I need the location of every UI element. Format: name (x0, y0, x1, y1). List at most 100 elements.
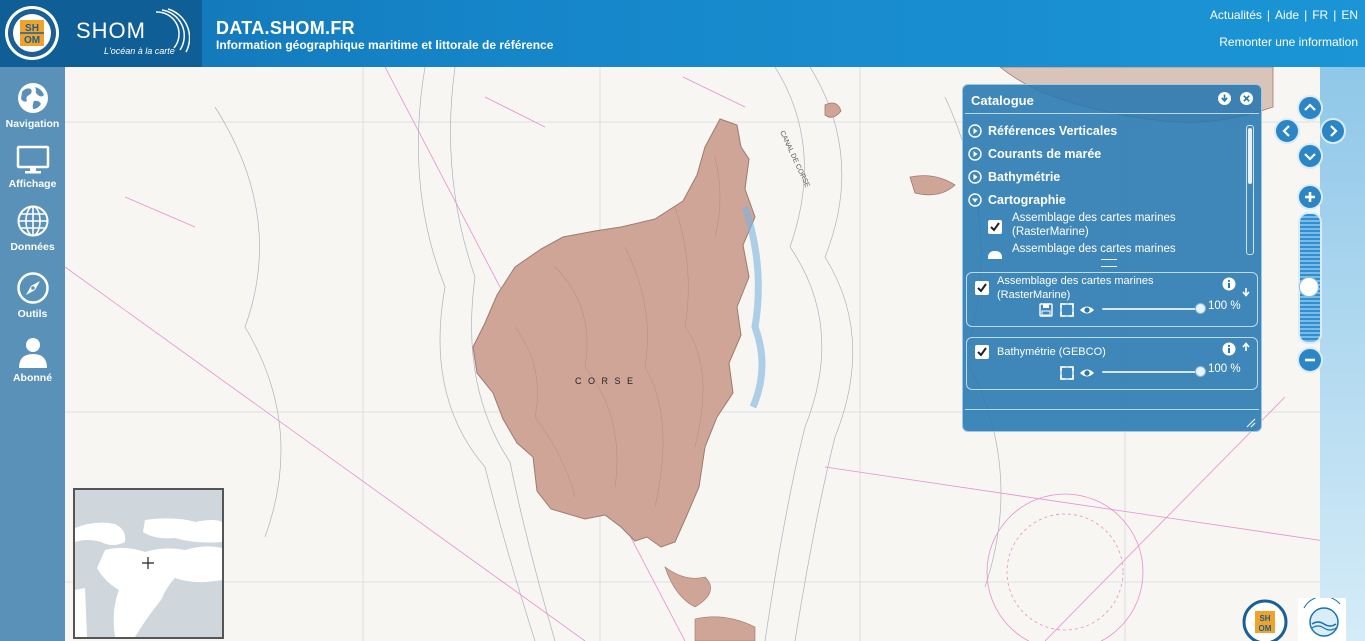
sidebar-item-data[interactable]: Données (0, 204, 65, 253)
pan-down-button[interactable] (1297, 143, 1323, 169)
checkmark-icon (990, 222, 1000, 232)
sidebar-item-tools[interactable]: Outils (0, 271, 65, 320)
shom-logo[interactable]: SH OM SHOM L'océan à la carte (0, 0, 202, 67)
sidebar-label-tools: Outils (17, 308, 48, 320)
info-icon[interactable] (1222, 277, 1236, 291)
active-layer-raster-marine: Assemblage des cartes marines (RasterMar… (966, 272, 1258, 327)
category-tidal-currents[interactable]: Courants de marée (968, 147, 1101, 161)
catalog-layer-chart-assembly[interactable]: Assemblage des cartes marines (1012, 242, 1176, 256)
move-down-icon[interactable] (1241, 287, 1251, 297)
chevron-right-icon (1330, 125, 1338, 137)
grid-globe-icon (17, 205, 48, 237)
site-title[interactable]: DATA.SHOM.FR (216, 18, 355, 39)
chevron-up-icon (1304, 103, 1316, 111)
category-label: Cartographie (988, 193, 1066, 207)
minus-icon (1305, 358, 1315, 362)
download-icon[interactable] (1217, 91, 1232, 106)
help-link[interactable]: Aide (1275, 8, 1299, 22)
sidebar-item-subscriber[interactable]: Abonné (0, 335, 65, 384)
seal-text-top: SH (25, 23, 39, 34)
category-label: Références Verticales (988, 124, 1118, 138)
checkmark-icon (977, 347, 987, 357)
lang-fr-link[interactable]: FR (1312, 8, 1328, 22)
info-icon[interactable] (1222, 342, 1236, 356)
resize-grip-icon[interactable] (1245, 417, 1256, 428)
globe-icon (17, 83, 48, 113)
sidebar-label-subscriber: Abonné (12, 372, 53, 384)
zoom-in-button[interactable] (1297, 184, 1323, 210)
news-link[interactable]: Actualités (1210, 8, 1262, 22)
active-layer-gebco: Bathymétrie (GEBCO) 100 % (966, 337, 1258, 390)
layer-name-line1: Assemblage des cartes marines (997, 275, 1154, 287)
top-header: SH OM SHOM L'océan à la carte DATA.SHOM.… (0, 0, 1365, 67)
sea-strip (1320, 67, 1365, 641)
lang-en-link[interactable]: EN (1341, 8, 1358, 22)
left-sidebar: Navigation Affichage Données Outils Abon… (0, 67, 65, 641)
coastal-shelf (741, 205, 766, 409)
expand-arrow-icon (968, 170, 982, 184)
category-label: Bathymétrie (988, 170, 1061, 184)
pan-right-button[interactable] (1320, 118, 1346, 144)
shom-footer-logo[interactable]: SH OM (1242, 599, 1288, 641)
sidebar-label-navigation: Navigation (5, 118, 60, 130)
sidebar-item-navigation[interactable]: Navigation (0, 81, 65, 130)
opacity-value: 100 % (1208, 363, 1241, 375)
layer-name-line1: Assemblage des cartes marines (1012, 243, 1176, 255)
opacity-slider-knob[interactable] (1194, 366, 1206, 377)
layer-visible-checkbox[interactable] (975, 345, 989, 359)
raster-marine-checkbox[interactable] (988, 220, 1002, 234)
category-cartography[interactable]: Cartographie (968, 193, 1066, 207)
expand-arrow-icon (968, 147, 982, 161)
strait-label: CANAL DE CORSE (778, 130, 811, 189)
opacity-slider[interactable] (1102, 308, 1200, 310)
checkmark-icon (977, 283, 987, 293)
collapse-arrow-icon (968, 193, 982, 207)
link-separator: | (1266, 8, 1271, 22)
eye-icon[interactable] (1079, 304, 1095, 316)
island-gorgona (824, 102, 842, 118)
user-icon (18, 338, 47, 368)
sidebar-label-display: Affichage (8, 178, 57, 190)
layer-name: Bathymétrie (GEBCO) (997, 346, 1106, 358)
pan-left-button[interactable] (1274, 118, 1300, 144)
chevron-down-icon (1304, 153, 1316, 161)
catalog-scrollbar[interactable] (1246, 125, 1254, 255)
close-icon[interactable] (1239, 91, 1254, 106)
layer-name: Assemblage des cartes marines (RasterMar… (997, 274, 1154, 302)
category-bathymetry[interactable]: Bathymétrie (968, 170, 1060, 184)
compass-icon (16, 272, 49, 304)
opacity-slider-knob[interactable] (1194, 303, 1206, 314)
island-label: C O R S E (575, 376, 635, 386)
monitor-icon (16, 145, 49, 174)
panel-splitter-handle[interactable] (1101, 259, 1117, 267)
move-up-icon[interactable] (1241, 342, 1251, 352)
scrollbar-thumb[interactable] (1248, 128, 1252, 184)
gebco-logo[interactable] (1298, 598, 1346, 641)
zoom-extent-icon[interactable] (1060, 303, 1074, 317)
link-separator: | (1304, 8, 1308, 22)
chart-assembly-checkbox[interactable] (988, 251, 1002, 259)
zoom-out-button[interactable] (1297, 347, 1323, 373)
opacity-slider[interactable] (1102, 371, 1200, 373)
eye-icon[interactable] (1079, 367, 1095, 379)
catalog-panel[interactable]: Catalogue Références Verticales Courants… (962, 84, 1262, 432)
save-icon[interactable] (1039, 303, 1053, 317)
zoom-extent-icon[interactable] (1060, 366, 1074, 380)
catalog-footer-divider (965, 409, 1259, 410)
crosshair-icon (142, 557, 154, 569)
report-info-link[interactable]: Remonter une information (1219, 35, 1358, 49)
overview-map[interactable] (73, 488, 224, 639)
logo-tagline: L'océan à la carte (104, 46, 175, 56)
catalog-layer-raster-marine[interactable]: Assemblage des cartes marines (RasterMar… (1012, 211, 1176, 239)
seal-text-top: SH (1259, 614, 1270, 623)
pan-up-button[interactable] (1297, 95, 1323, 121)
shom-seal-icon: SH OM (5, 6, 59, 60)
island-lavezzi (664, 566, 711, 608)
catalog-title: Catalogue (971, 93, 1034, 108)
expand-arrow-icon (968, 124, 982, 138)
top-links: Actualités | Aide | FR | EN (1210, 8, 1358, 22)
zoom-slider-handle[interactable] (1299, 277, 1319, 297)
category-vertical-references[interactable]: Références Verticales (968, 124, 1117, 138)
layer-visible-checkbox[interactable] (975, 281, 989, 295)
sidebar-item-display[interactable]: Affichage (0, 145, 65, 190)
